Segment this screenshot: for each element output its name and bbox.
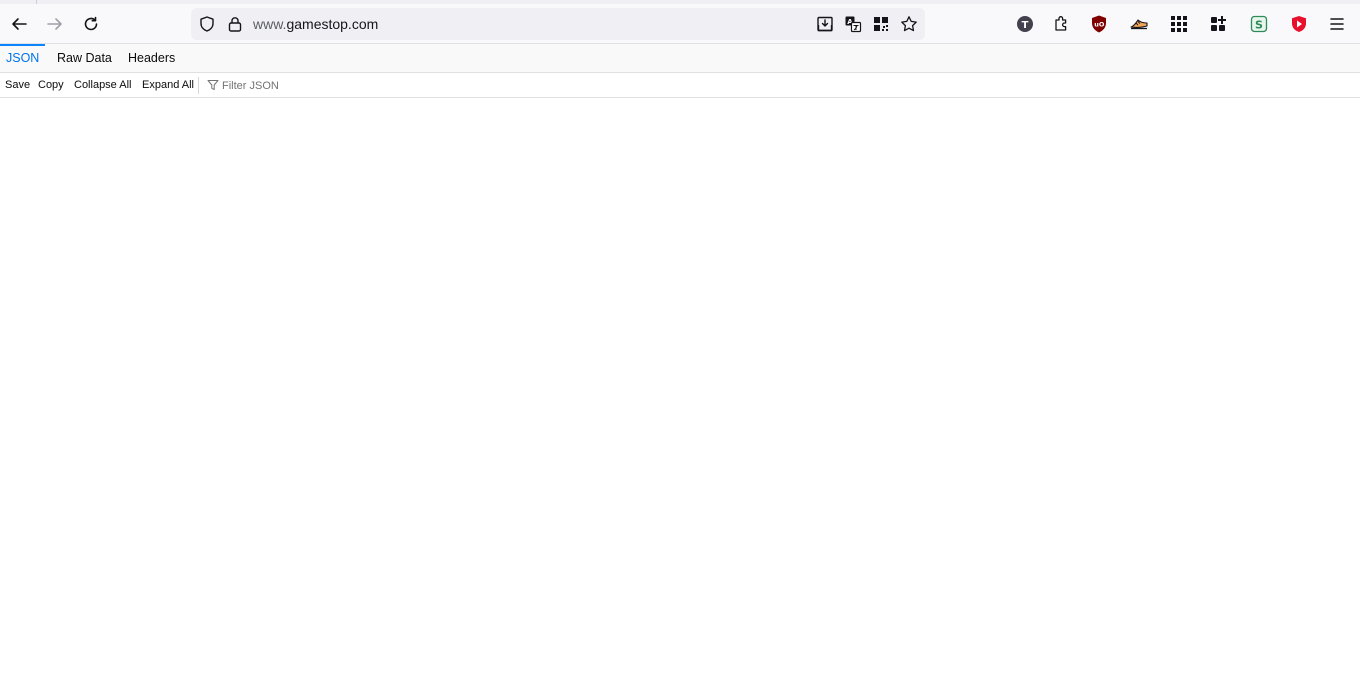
grid-plus-icon [1211, 16, 1226, 31]
ublock-origin-button[interactable]: uO [1087, 12, 1111, 36]
site-security-button[interactable] [226, 15, 244, 33]
filter-icon [207, 80, 219, 90]
json-content-area [0, 98, 1360, 677]
url-domain: gamestop.com [286, 16, 379, 32]
grid-plus-button[interactable] [1207, 12, 1231, 36]
svg-text:uO: uO [1094, 21, 1105, 29]
back-button[interactable] [3, 8, 35, 40]
address-bar[interactable]: www.gamestop.com A [191, 8, 925, 40]
save-page-icon [817, 16, 833, 32]
json-viewer-tabs: JSON Raw Data Headers [0, 44, 1360, 73]
hamburger-menu-icon [1330, 18, 1344, 30]
qr-code-icon [874, 17, 888, 31]
star-icon [901, 16, 917, 32]
apps-grid-button[interactable] [1167, 12, 1191, 36]
tab-json[interactable]: JSON [0, 44, 46, 73]
apps-grid-icon [1171, 16, 1187, 32]
extension-s-button[interactable]: S [1247, 12, 1271, 36]
play-shield-icon [1292, 16, 1306, 32]
expand-all-button[interactable]: Expand All [142, 79, 194, 91]
puzzle-icon [1055, 16, 1067, 31]
extension-shoe-button[interactable] [1127, 12, 1151, 36]
extensions-button[interactable] [1050, 12, 1074, 36]
forward-button[interactable] [39, 8, 71, 40]
forward-arrow-icon [47, 18, 62, 30]
extension-s-icon: S [1250, 15, 1268, 33]
shield-icon [200, 16, 214, 32]
navigation-toolbar: www.gamestop.com A T uO S [0, 4, 1360, 44]
translate-button[interactable]: A [842, 13, 864, 35]
url-prefix: www. [253, 16, 287, 32]
reload-button[interactable] [75, 8, 107, 40]
extension-t-button[interactable]: T [1013, 12, 1037, 36]
tab-headers[interactable]: Headers [122, 44, 181, 73]
tracking-protection-button[interactable] [198, 15, 216, 33]
extension-t-icon: T [1017, 16, 1033, 32]
url-text[interactable]: www.gamestop.com [253, 16, 378, 32]
collapse-all-button[interactable]: Collapse All [74, 79, 131, 91]
extension-shoe-icon [1130, 19, 1148, 30]
reload-icon [84, 16, 98, 31]
back-arrow-icon [12, 18, 27, 30]
translate-icon: A [845, 16, 862, 33]
lock-icon [228, 17, 242, 32]
svg-text:T: T [1022, 20, 1029, 31]
ublock-origin-icon: uO [1092, 15, 1106, 33]
tab-raw-data[interactable]: Raw Data [51, 44, 118, 73]
qr-code-button[interactable] [870, 13, 892, 35]
svg-text:S: S [1255, 19, 1263, 32]
bookmark-button[interactable] [898, 13, 920, 35]
toolbar-divider [198, 77, 199, 94]
copy-button[interactable]: Copy [38, 79, 64, 91]
play-shield-button[interactable] [1287, 12, 1311, 36]
save-page-button[interactable] [814, 13, 836, 35]
filter-json-input[interactable] [222, 77, 422, 94]
save-button[interactable]: Save [5, 79, 30, 91]
json-toolbar: Save Copy Collapse All Expand All [0, 73, 1360, 98]
app-menu-button[interactable] [1325, 12, 1349, 36]
